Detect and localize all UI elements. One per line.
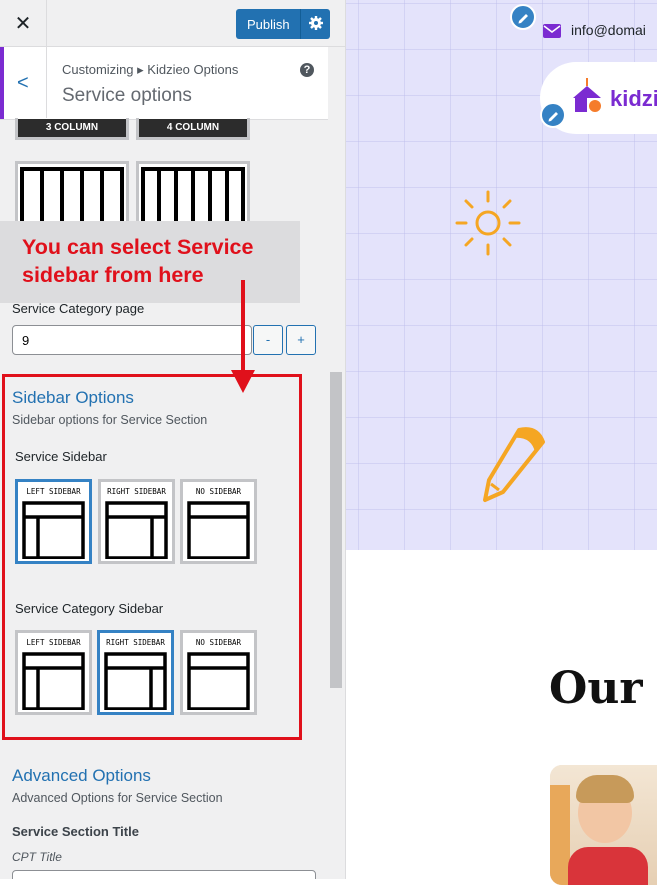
site-preview: info@domai kidzi Our [346, 0, 657, 885]
five-column-icon [20, 167, 124, 226]
panel-scrollbar[interactable] [330, 372, 342, 688]
pencil-icon [548, 112, 558, 122]
house-logo-icon [573, 78, 601, 112]
category-page-value: 9 [22, 333, 30, 348]
edit-shortcut-email[interactable] [510, 4, 536, 30]
service-section-title-label: Service Section Title [12, 824, 139, 839]
category-page-input[interactable]: 9 [12, 325, 252, 355]
photo-shelf [550, 785, 570, 885]
annotation-highlight-box [2, 374, 302, 740]
publish-button[interactable]: Publish [236, 9, 330, 39]
section-heading: Our I [549, 663, 657, 714]
category-page-label: Service Category page [12, 301, 145, 316]
photo-child-shirt [568, 847, 648, 885]
sun-icon [455, 190, 521, 256]
column-option-3-label: 3 COLUMN [18, 119, 126, 137]
cpt-title-input[interactable] [12, 870, 316, 879]
envelope-icon [543, 24, 561, 38]
service-image[interactable] [550, 765, 657, 885]
help-icon[interactable]: ? [300, 63, 314, 77]
chevron-left-icon: < [17, 72, 29, 94]
section-header: < Customizing ▸ Kidzieo Options Service … [0, 47, 328, 120]
page-title: Service options [62, 85, 192, 106]
close-icon: ✕ [14, 12, 32, 35]
publish-separator [300, 9, 301, 39]
customizer-topbar: ✕ Publish [0, 0, 345, 47]
advanced-options-desc: Advanced Options for Service Section [12, 791, 223, 805]
pencil-illustration-icon [483, 427, 545, 502]
back-accent-bar [0, 47, 4, 119]
publish-label: Publish [247, 17, 290, 32]
column-option-5[interactable] [15, 161, 129, 227]
preview-hero: info@domai kidzi [346, 0, 657, 550]
edit-shortcut-logo[interactable] [540, 102, 566, 128]
back-button[interactable]: < [0, 47, 47, 119]
cpt-title-label: CPT Title [12, 850, 62, 864]
increment-button[interactable]: + [286, 325, 316, 355]
gear-icon[interactable] [308, 15, 324, 31]
pencil-icon [518, 14, 528, 24]
close-button[interactable]: ✕ [0, 0, 47, 46]
column-option-6[interactable] [136, 161, 250, 227]
advanced-options-title: Advanced Options [12, 766, 151, 785]
six-column-icon [141, 167, 245, 226]
customizer-panel: ✕ Publish < Customizing ▸ Kidzieo Option… [0, 0, 346, 879]
header-email[interactable]: info@domai [571, 22, 646, 38]
photo-child-hair [576, 775, 634, 803]
logo-text: kidzi [610, 86, 657, 111]
breadcrumb: Customizing ▸ Kidzieo Options [62, 62, 239, 77]
column-option-4-label: 4 COLUMN [139, 119, 247, 137]
